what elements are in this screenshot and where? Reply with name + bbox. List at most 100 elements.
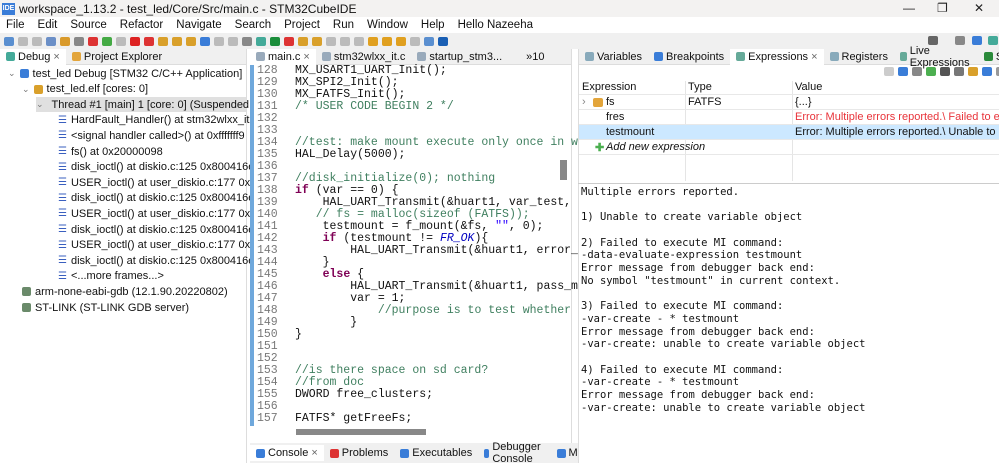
tree-item[interactable]: ⌄ test_led.elf [cores: 0] (22, 82, 148, 97)
close-tab-icon[interactable]: × (53, 51, 59, 63)
menu-file[interactable]: File (6, 19, 25, 31)
toolbar-button-icon[interactable] (270, 36, 280, 46)
toolbar-button-icon[interactable] (228, 36, 238, 46)
tab-live-expressions[interactable]: Live Expressions (894, 45, 978, 69)
toolbar-button-icon[interactable] (88, 36, 98, 46)
horizontal-scrollbar[interactable] (296, 429, 426, 435)
tree-item[interactable]: ST-LINK (ST-LINK GDB server) (22, 300, 189, 315)
header-value[interactable]: Value (795, 81, 822, 93)
perspective-icon[interactable] (972, 36, 982, 45)
tab-variables[interactable]: Variables (579, 49, 648, 65)
toolbar-button-icon[interactable] (130, 36, 140, 46)
toolbar-button-icon[interactable] (242, 36, 252, 46)
menu-source[interactable]: Source (70, 19, 106, 31)
toolbar-button-icon[interactable] (102, 36, 112, 46)
toolbar-button-icon[interactable] (60, 36, 70, 46)
menu-run[interactable]: Run (333, 19, 354, 31)
toolbar-button-icon[interactable] (256, 36, 266, 46)
close-tab-icon[interactable]: × (303, 51, 309, 63)
toolbar-button-icon[interactable] (200, 36, 210, 46)
expressions-toolbar-icon[interactable] (982, 67, 992, 76)
toolbar-button-icon[interactable] (32, 36, 42, 46)
toolbar-button-icon[interactable] (410, 36, 420, 46)
tab-startup-stm3-[interactable]: startup_stm3... (411, 49, 508, 65)
stack-frame[interactable]: ☰ <...more frames...> (58, 269, 164, 284)
menu-edit[interactable]: Edit (38, 19, 58, 31)
toolbar-button-icon[interactable] (340, 36, 350, 46)
toolbar-button-icon[interactable] (186, 36, 196, 46)
toolbar-button-icon[interactable] (158, 36, 168, 46)
toolbar-button-icon[interactable] (382, 36, 392, 46)
toolbar-button-icon[interactable] (284, 36, 294, 46)
tab-debug[interactable]: Debug × (0, 48, 66, 65)
expand-chevron-icon[interactable]: ⌄ (22, 84, 30, 95)
toolbar-button-icon[interactable] (326, 36, 336, 46)
toolbar-button-icon[interactable] (74, 36, 84, 46)
maximize-button[interactable]: ❐ (937, 1, 948, 15)
tab-problems[interactable]: Problems (324, 445, 394, 461)
add-expression-row[interactable]: ✚ Add new expression (579, 140, 999, 155)
table-row[interactable]: fres Error: Multiple errors reported.\ F… (579, 110, 999, 125)
toolbar-button-icon[interactable] (354, 36, 364, 46)
stack-frame[interactable]: ☰ disk_ioctl() at diskio.c:125 0x800416e (58, 253, 254, 268)
expressions-toolbar-icon[interactable] (926, 67, 936, 76)
tab-project-explorer[interactable]: Project Explorer (66, 49, 168, 65)
tab--10[interactable]: »10 (508, 49, 550, 65)
expressions-toolbar-icon[interactable] (968, 67, 978, 76)
toolbar-button-icon[interactable] (46, 36, 56, 46)
table-row-selected[interactable]: testmount Error: Multiple errors reporte… (579, 125, 999, 140)
expressions-toolbar-icon[interactable] (954, 67, 964, 76)
expressions-toolbar-icon[interactable] (912, 67, 922, 76)
toolbar-button-icon[interactable] (214, 36, 224, 46)
header-type[interactable]: Type (688, 81, 712, 93)
code-editor[interactable]: main.c × stm32wlxx_it.c startup_stm3... »10 … (250, 48, 585, 444)
menu-help[interactable]: Help (421, 19, 445, 31)
stack-frame[interactable]: ☰ disk_ioctl() at diskio.c:125 0x800416e (58, 160, 254, 175)
tree-item[interactable]: arm-none-eabi-gdb (12.1.90.20220802) (22, 284, 228, 299)
toolbar-button-icon[interactable] (172, 36, 182, 46)
expressions-toolbar-icon[interactable] (940, 67, 950, 76)
menu-window[interactable]: Window (367, 19, 408, 31)
menu-project[interactable]: Project (284, 19, 320, 31)
tab-registers[interactable]: Registers (824, 49, 894, 65)
toolbar-button-icon[interactable] (116, 36, 126, 46)
toolbar-button-icon[interactable] (4, 36, 14, 46)
header-expression[interactable]: Expression (582, 81, 636, 93)
tab-breakpoints[interactable]: Breakpoints (648, 49, 730, 65)
toolbar-button-icon[interactable] (18, 36, 28, 46)
debug-perspective-icon[interactable] (988, 36, 998, 45)
menu-refactor[interactable]: Refactor (120, 19, 163, 31)
menu-navigate[interactable]: Navigate (176, 19, 221, 31)
expand-chevron-icon[interactable]: ⌄ (8, 68, 16, 79)
table-row[interactable]: › fs FATFS {...} (579, 95, 999, 110)
expand-chevron-icon[interactable]: ⌄ (36, 99, 44, 110)
expressions-toolbar-icon[interactable] (898, 67, 908, 76)
tab-debugger-console[interactable]: Debugger Console (478, 441, 550, 465)
toolbar-button-icon[interactable] (396, 36, 406, 46)
close-tab-icon[interactable]: × (811, 51, 817, 63)
vertical-scrollbar[interactable] (560, 160, 567, 180)
expression-detail-pane[interactable]: Multiple errors reported. 1) Unable to cr… (578, 183, 999, 463)
menu-search[interactable]: Search (235, 19, 271, 31)
close-tab-icon[interactable]: × (311, 447, 317, 459)
tab-expressions[interactable]: Expressions × (730, 48, 824, 65)
menu-hello-nazeeha[interactable]: Hello Nazeeha (458, 19, 533, 31)
toolbar-button-icon[interactable] (312, 36, 322, 46)
minimize-button[interactable]: — (903, 1, 915, 15)
tab-main-c[interactable]: main.c × (250, 48, 316, 65)
toolbar-button-icon[interactable] (424, 36, 434, 46)
toolbar-button-icon[interactable] (438, 36, 448, 46)
stack-frame[interactable]: ☰ disk_ioctl() at diskio.c:125 0x800416e (58, 222, 254, 237)
stack-frame[interactable]: ☰ <signal handler called>() at 0xfffffff9 (58, 128, 245, 143)
close-button[interactable]: ✕ (974, 1, 984, 15)
toolbar-button-icon[interactable] (144, 36, 154, 46)
tree-item[interactable]: ⌄ test_led Debug [STM32 C/C++ Application… (8, 66, 242, 81)
expressions-toolbar-icon[interactable] (884, 67, 894, 76)
tab-console[interactable]: Console × (250, 445, 324, 461)
add-expression-label[interactable]: Add new expression (606, 141, 705, 153)
stack-frame[interactable]: ☰ fs() at 0x20000098 (58, 144, 163, 159)
tab-stm32wlxx-it-c[interactable]: stm32wlxx_it.c (316, 49, 412, 65)
tab-executables[interactable]: Executables (394, 445, 478, 461)
tab-sfrs[interactable]: SFRs (978, 49, 999, 65)
toolbar-button-icon[interactable] (368, 36, 378, 46)
